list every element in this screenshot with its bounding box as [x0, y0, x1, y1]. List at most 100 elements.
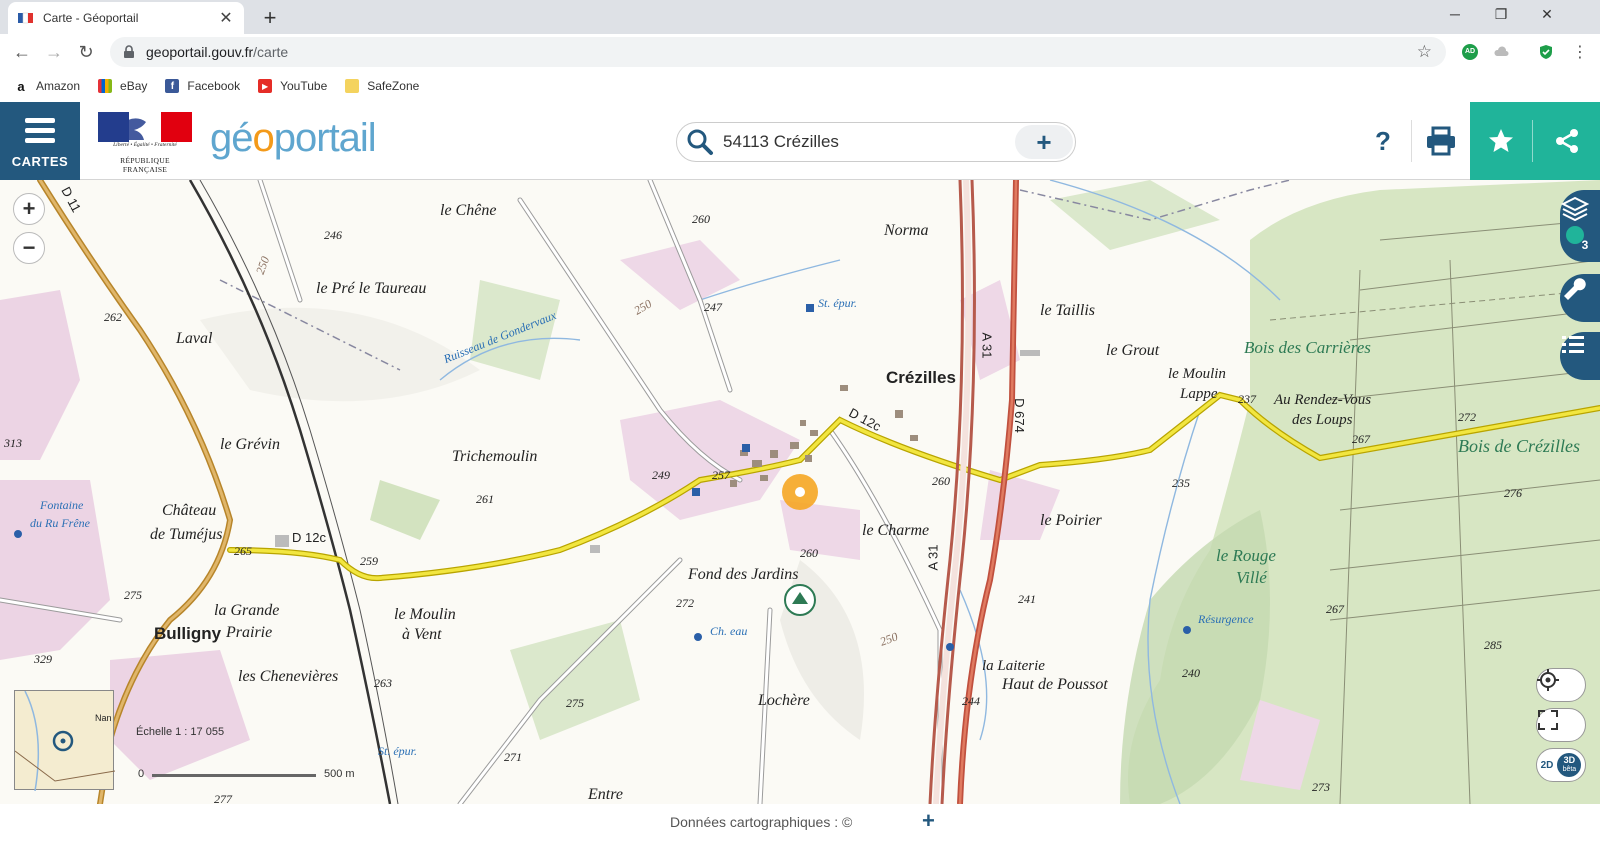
altitude-label: 267 [1326, 602, 1344, 616]
browser-menu-icon[interactable]: ⋮ [1572, 42, 1588, 62]
place-le-pre-le-taureau: le Pré le Taureau [316, 280, 427, 297]
altitude-label: 235 [1172, 476, 1190, 490]
place-chateau-line1: Château [162, 502, 217, 519]
search-input[interactable] [723, 132, 1023, 152]
forward-arrow-icon[interactable]: → [42, 40, 66, 64]
fullscreen-button[interactable] [1536, 708, 1586, 742]
altitude-label: 260 [800, 546, 818, 560]
window-close-icon[interactable]: ✕ [1524, 6, 1570, 23]
map-view[interactable]: le Chêne le Pré le Taureau Laval le Grév… [0, 180, 1600, 804]
place-rendez-vous-line2: des Loups [1292, 412, 1353, 428]
altitude-label: 249 [652, 468, 670, 482]
ebay-icon [98, 79, 113, 93]
place-laval: Laval [176, 330, 213, 347]
zoom-in-button[interactable]: + [13, 193, 45, 225]
altitude-label: 273 [1312, 780, 1330, 794]
map-canvas[interactable] [0, 180, 1600, 804]
place-moulin-a-vent-line1: le Moulin [394, 606, 456, 623]
wrench-icon [1564, 278, 1586, 300]
altitude-label: 271 [504, 750, 522, 764]
bookmark-ebay[interactable]: eBay [98, 79, 147, 93]
reload-icon[interactable]: ↻ [74, 40, 98, 64]
maximize-icon[interactable]: ❐ [1478, 6, 1524, 23]
view-2d-3d-toggle[interactable]: 2D 3D bêta [1536, 748, 1586, 782]
search-icon[interactable] [685, 127, 715, 157]
layers-button[interactable]: 3 [1560, 190, 1600, 262]
browser-tab[interactable]: Carte - Géoportail ✕ [8, 2, 244, 34]
scale-start: 0 [138, 768, 145, 780]
hillshade-1 [200, 307, 480, 402]
header-actions [1470, 102, 1600, 180]
cartes-menu-button[interactable]: CARTES [0, 102, 80, 180]
altitude-label: 244 [962, 694, 980, 708]
tab-close-icon[interactable]: ✕ [218, 8, 234, 28]
tab-title: Carte - Géoportail [43, 11, 139, 25]
geolocate-button[interactable] [1536, 668, 1586, 702]
green-patch-2 [370, 480, 440, 540]
place-la-grande-line1: la Grande [214, 602, 280, 619]
minimap-canvas [15, 691, 115, 791]
map-footer: Données cartographiques : © + [0, 804, 1600, 860]
place-entre: Entre [588, 786, 623, 803]
address-bar[interactable]: geoportail.gouv.fr/carte ☆ [110, 37, 1446, 67]
bookmark-star-icon[interactable]: ☆ [1417, 42, 1432, 62]
place-le-grevin: le Grévin [220, 436, 280, 453]
header-divider [1411, 120, 1412, 162]
republique-francaise-logo[interactable]: Liberté • Égalité • Fraternité RÉPUBLIQU… [98, 112, 192, 174]
altitude-label: 240 [1182, 666, 1200, 680]
place-bois-des-carrieres: Bois des Carrières [1244, 338, 1371, 357]
view-3d-button[interactable]: 3D bêta [1557, 753, 1582, 777]
shield-extension-icon[interactable] [1538, 44, 1554, 60]
altitude-label: 261 [476, 492, 494, 506]
search-result-marker [782, 474, 818, 510]
road-label-a31-south: A 31 [925, 544, 941, 571]
minimize-icon[interactable]: ─ [1432, 6, 1478, 22]
place-bulligny: Bulligny [154, 624, 222, 643]
tools-button[interactable] [1560, 274, 1600, 322]
folder-icon [345, 79, 360, 93]
place-fontaine-line2: du Ru Frêne [30, 516, 90, 530]
place-resurgence: Résurgence [1198, 612, 1254, 626]
altitude-label: 237 [1238, 392, 1256, 406]
place-le-rouge-line1: le Rouge [1216, 546, 1276, 565]
cloud-extension-icon[interactable] [1494, 44, 1510, 60]
list-icon [1562, 336, 1584, 353]
altitude-label: 313 [4, 436, 22, 450]
star-icon [1489, 129, 1513, 152]
place-trichemoulin: Trichemoulin [452, 448, 538, 465]
bookmark-amazon[interactable]: a Amazon [14, 79, 80, 94]
place-chateau-line2: de Tuméjus [150, 526, 223, 543]
overview-minimap[interactable]: Nan [14, 690, 115, 791]
crosshair-icon [1537, 669, 1559, 691]
altitude-label: 262 [104, 310, 122, 324]
scale-end: 500 m [324, 768, 355, 780]
place-bois-de-crezilles: Bois de Crézilles [1458, 436, 1580, 456]
zoom-out-button[interactable]: − [13, 232, 45, 264]
place-st-epur-south: St. épur. [378, 744, 417, 758]
legend-button[interactable] [1560, 332, 1600, 380]
bookmark-facebook[interactable]: f Facebook [165, 79, 240, 93]
scale-label: Échelle 1 : 17 055 [136, 726, 225, 738]
road-label-d12c-west: D 12c [292, 530, 326, 545]
help-button[interactable]: ? [1366, 124, 1400, 158]
adblock-extension-icon[interactable]: AD [1462, 44, 1478, 60]
search-options-plus-button[interactable]: + [1015, 125, 1073, 159]
geoportail-logo[interactable]: géoportail [210, 116, 377, 161]
view-2d-label[interactable]: 2D [1541, 760, 1554, 771]
share-button[interactable] [1533, 102, 1600, 180]
place-le-moulin-line2: Lappe [1180, 386, 1218, 402]
altitude-label: 260 [692, 212, 710, 226]
back-arrow-icon[interactable]: ← [10, 40, 34, 64]
minimap-place-label: Nan [95, 713, 112, 723]
search-box: + [676, 122, 1076, 162]
credits-expand-button[interactable]: + [922, 808, 935, 834]
bookmark-youtube[interactable]: ▶ YouTube [258, 79, 327, 93]
place-le-grout: le Grout [1106, 342, 1160, 359]
bookmark-safezone[interactable]: SafeZone [345, 79, 419, 93]
green-patch-4 [1050, 180, 1220, 250]
new-tab-button[interactable]: + [258, 5, 282, 31]
print-icon[interactable] [1424, 124, 1458, 158]
fullscreen-icon [1538, 710, 1558, 730]
favorites-button[interactable] [1470, 102, 1532, 180]
place-fontaine-line1: Fontaine [40, 498, 84, 512]
